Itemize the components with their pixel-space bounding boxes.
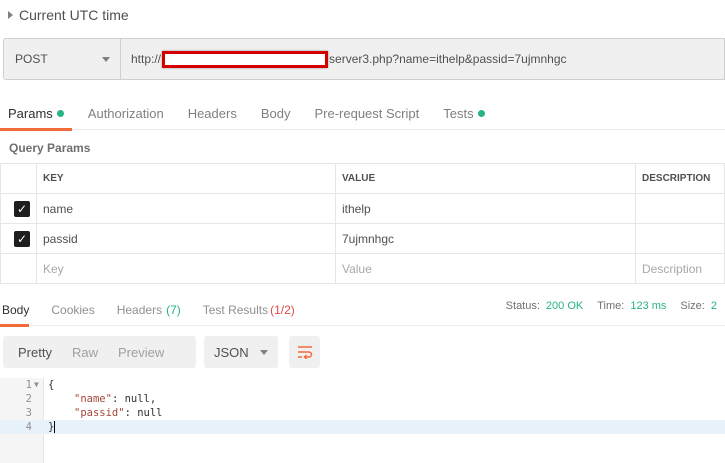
tab-response-body[interactable]: Body: [0, 294, 30, 327]
code-line-active: 4 }: [0, 420, 725, 434]
header-key: KEY: [36, 163, 336, 194]
json-rest: : null: [124, 407, 163, 419]
header-checkbox-cell: [0, 163, 37, 194]
pretty-button[interactable]: Pretty: [3, 336, 62, 368]
wrap-lines-icon: [297, 346, 312, 359]
new-value-input[interactable]: Value: [334, 253, 637, 284]
code-text: "passid": null: [74, 406, 163, 420]
format-label: JSON: [214, 344, 249, 360]
code-text: }: [48, 420, 56, 434]
new-key-input[interactable]: Key: [36, 253, 336, 284]
line-number: 4: [25, 421, 32, 433]
tab-response-cookies[interactable]: Cookies: [49, 294, 94, 326]
line-number: 3: [25, 407, 32, 419]
tab-response-body-label: Body: [2, 303, 30, 317]
code-line: 2 "name": null,: [0, 392, 725, 406]
tab-pre-request-script[interactable]: Pre-request Script: [306, 96, 427, 130]
tab-response-headers-label: Headers: [116, 303, 163, 317]
new-description-input[interactable]: Description: [635, 253, 725, 284]
tab-headers-label: Headers: [187, 105, 237, 121]
time-label: Time:: [597, 300, 625, 312]
url-prefix: http://: [131, 52, 162, 66]
url-input[interactable]: http:// server3.php?name=ithelp&passid=7…: [120, 38, 725, 80]
json-key: "name": [74, 393, 112, 405]
param-description[interactable]: [635, 223, 725, 254]
response-meta: Status: 200 OK Time: 123 ms Size: 2: [506, 300, 725, 312]
time-value[interactable]: 123 ms: [630, 300, 666, 312]
query-params-table: KEY VALUE DESCRIPTION ✓ name ithelp ✓ pa…: [0, 163, 725, 284]
chevron-down-icon: [102, 56, 110, 62]
table-row: ✓ passid 7ujmnhgc: [0, 223, 725, 254]
header-value: VALUE: [334, 163, 637, 194]
json-key: "passid": [74, 407, 125, 419]
json-rest: : null,: [111, 393, 157, 405]
view-mode-group: Pretty Raw Preview: [3, 336, 196, 368]
status-label: Status:: [505, 300, 540, 312]
line-number: 2: [25, 393, 32, 405]
param-key[interactable]: passid: [36, 223, 336, 254]
request-title: Current UTC time: [19, 7, 129, 23]
checkbox-checked[interactable]: ✓: [14, 230, 30, 247]
fold-arrow-icon[interactable]: ▼: [34, 378, 39, 392]
redaction-box: [162, 50, 329, 68]
url-suffix: server3.php?name=ithelp&passid=7ujmnhgc: [329, 52, 567, 66]
line-number: 1: [25, 379, 32, 391]
tab-headers[interactable]: Headers: [180, 96, 245, 130]
query-params-label: Query Params: [9, 141, 91, 155]
row-checkbox-cell: ✓: [0, 193, 37, 224]
table-header-row: KEY VALUE DESCRIPTION: [0, 163, 725, 194]
tab-params-label: Params: [8, 105, 53, 121]
chevron-down-icon: [260, 349, 268, 355]
code-line: 3 "passid": null: [0, 406, 725, 420]
tab-params[interactable]: Params: [0, 96, 72, 131]
param-value[interactable]: ithelp: [334, 193, 637, 224]
tab-test-results[interactable]: Test Results (1/2): [201, 294, 295, 326]
table-row: ✓ name ithelp: [0, 193, 725, 224]
row-checkbox-cell: [0, 253, 37, 284]
code-text: {: [48, 379, 55, 391]
wrap-lines-button[interactable]: [289, 336, 320, 368]
size-value[interactable]: 2: [711, 300, 717, 312]
method-label: POST: [15, 52, 48, 66]
size-label: Size:: [680, 300, 705, 312]
tab-body-label: Body: [260, 105, 291, 121]
tab-tests-label: Tests: [443, 105, 474, 121]
method-select[interactable]: POST: [3, 38, 120, 80]
tab-authorization-label: Authorization: [87, 105, 164, 121]
headers-count-badge: (7): [166, 303, 181, 317]
caret-right-icon[interactable]: [8, 11, 13, 19]
tab-pre-request-script-label: Pre-request Script: [314, 105, 420, 121]
preview-button[interactable]: Preview: [108, 336, 174, 368]
param-value[interactable]: 7ujmnhgc: [334, 223, 637, 254]
row-checkbox-cell: ✓: [0, 223, 37, 254]
status-dot-icon: [477, 109, 485, 117]
response-body-editor[interactable]: 1 ▼ { 2 "name": null, 3 "passid": null 4…: [0, 378, 725, 463]
tab-response-headers[interactable]: Headers (7): [115, 294, 181, 326]
status-dot-icon: [56, 109, 64, 117]
tab-authorization[interactable]: Authorization: [80, 96, 172, 130]
url-row: POST http:// server3.php?name=ithelp&pas…: [3, 38, 725, 80]
header-description: DESCRIPTION: [635, 163, 725, 194]
code-line: 1 ▼ {: [0, 378, 725, 392]
param-key[interactable]: name: [36, 193, 336, 224]
format-select[interactable]: JSON: [204, 336, 278, 368]
table-row-new: Key Value Description: [0, 253, 725, 284]
raw-button[interactable]: Raw: [62, 336, 108, 368]
tab-test-results-label: Test Results: [202, 303, 269, 317]
param-description[interactable]: [635, 193, 725, 224]
request-title-bar[interactable]: Current UTC time: [0, 0, 725, 30]
status-value[interactable]: 200 OK: [546, 300, 583, 312]
tab-tests[interactable]: Tests: [435, 96, 492, 130]
tab-response-cookies-label: Cookies: [51, 303, 95, 317]
test-results-count-badge: (1/2): [270, 303, 295, 317]
response-view-bar: Pretty Raw Preview JSON: [3, 336, 320, 368]
checkbox-checked[interactable]: ✓: [14, 200, 30, 217]
tab-body[interactable]: Body: [253, 96, 299, 130]
code-text: "name": null,: [74, 392, 156, 406]
text-cursor: [54, 421, 56, 433]
request-tabs: Params Authorization Headers Body Pre-re…: [0, 96, 725, 131]
